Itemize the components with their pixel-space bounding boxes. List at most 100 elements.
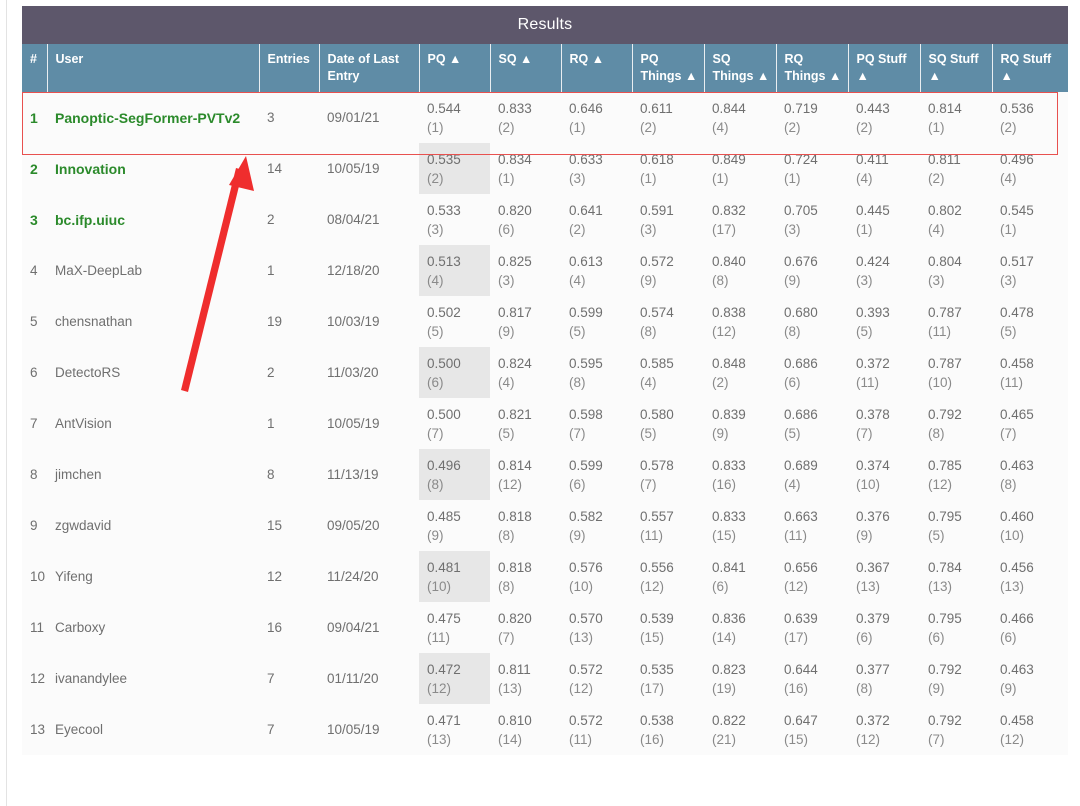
sort-ascending-icon[interactable]: ▲ bbox=[520, 52, 532, 66]
sort-ascending-icon[interactable]: ▲ bbox=[592, 52, 604, 66]
metric-rank: (3) bbox=[928, 272, 945, 288]
sort-ascending-icon[interactable]: ▲ bbox=[1001, 69, 1013, 83]
row-entries-count: 16 bbox=[259, 602, 319, 653]
row-user-name[interactable]: Eyecool bbox=[47, 704, 259, 755]
table-row[interactable]: 8 jimchen 8 11/13/19 0.496 (8) 0.814 (12) 0.599(… bbox=[22, 449, 1068, 500]
table-row[interactable]: 6 DetectoRS 2 11/03/20 0.500 (6) 0.824 (4) 0.595… bbox=[22, 347, 1068, 398]
column-header-date[interactable]: Date of Last Entry bbox=[319, 44, 420, 92]
row-metric-rq: 0.641 (2) bbox=[561, 194, 632, 245]
table-row[interactable]: 4 MaX-DeepLab 1 12/18/20 0.513 (4) 0.825 (3) 0.6… bbox=[22, 245, 1068, 296]
metric-value: 0.572 bbox=[640, 253, 674, 269]
metric-rank: (12) bbox=[928, 476, 953, 492]
metric-rank: (10) bbox=[928, 374, 953, 390]
metric-rank: (8) bbox=[498, 578, 515, 594]
table-row[interactable]: 11 Carboxy 16 09/04/21 0.475 (11) 0.820 (7) 0.57… bbox=[22, 602, 1068, 653]
row-user-name[interactable]: Panoptic-SegFormer-PVTv2 bbox=[47, 92, 259, 143]
metric-rank: (3) bbox=[640, 221, 657, 237]
row-user-name[interactable]: chensnathan bbox=[47, 296, 259, 347]
row-user-name[interactable]: Carboxy bbox=[47, 602, 259, 653]
row-metric-sq: 0.820 (6) bbox=[490, 194, 561, 245]
column-header-pq-stuff[interactable]: PQ Stuff ▲ bbox=[848, 44, 921, 92]
table-row[interactable]: 2 Innovation 14 10/05/19 0.535 (2) 0.834 (1) 0.6… bbox=[22, 143, 1068, 194]
metric-value: 0.641 bbox=[569, 202, 603, 218]
metric-rank: (17) bbox=[784, 629, 809, 645]
sort-ascending-icon[interactable]: ▲ bbox=[449, 52, 461, 66]
header-row: # User Entries Date of Last Entry PQ ▲ S… bbox=[22, 44, 1068, 92]
metric-rank: (12) bbox=[498, 476, 523, 492]
column-header-user[interactable]: User bbox=[47, 44, 260, 92]
metric-rank: (5) bbox=[784, 425, 801, 441]
metric-value: 0.802 bbox=[928, 202, 962, 218]
metric-rank: (7) bbox=[640, 476, 657, 492]
column-header-entries[interactable]: Entries bbox=[259, 44, 320, 92]
row-user-name[interactable]: MaX-DeepLab bbox=[47, 245, 259, 296]
table-row[interactable]: 13 Eyecool 7 10/05/19 0.471 (13) 0.810 (14) 0.57… bbox=[22, 704, 1068, 755]
column-header-pq-things[interactable]: PQ Things ▲ bbox=[632, 44, 705, 92]
metric-rank: (13) bbox=[1000, 578, 1025, 594]
row-rank: 1 bbox=[22, 92, 47, 143]
row-user-name[interactable]: DetectoRS bbox=[47, 347, 259, 398]
table-row[interactable]: 7 AntVision 1 10/05/19 0.500 (7) 0.821 (5) 0.598… bbox=[22, 398, 1068, 449]
column-header-rq-stuff[interactable]: RQ Stuff ▲ bbox=[992, 44, 1068, 92]
row-user-name[interactable]: Innovation bbox=[47, 143, 259, 194]
row-entries-count: 7 bbox=[259, 653, 319, 704]
sort-ascending-icon[interactable]: ▲ bbox=[857, 69, 869, 83]
row-metric-rq-things: 0.724 (1) bbox=[776, 143, 848, 194]
results-table-body: 1 Panoptic-SegFormer-PVTv2 3 09/01/21 0.544(… bbox=[22, 92, 1068, 755]
metric-rank: (5) bbox=[569, 323, 586, 339]
column-header-rank[interactable]: # bbox=[22, 44, 48, 92]
metric-rank: (7) bbox=[928, 731, 945, 747]
row-metric-sq-things: 0.849 (1) bbox=[704, 143, 776, 194]
row-metric-rq: 0.599 (6) bbox=[561, 449, 632, 500]
metric-value: 0.633 bbox=[569, 151, 603, 167]
metric-rank: (12) bbox=[1000, 731, 1025, 747]
metric-value: 0.533 bbox=[427, 202, 461, 218]
table-row[interactable]: 1 Panoptic-SegFormer-PVTv2 3 09/01/21 0.544 (… bbox=[22, 92, 1068, 143]
column-header-sq-things[interactable]: SQ Things ▲ bbox=[704, 44, 777, 92]
row-rank: 7 bbox=[22, 398, 47, 449]
row-metric-pq: 0.471 (13) bbox=[419, 704, 490, 755]
metric-value: 0.792 bbox=[928, 661, 962, 677]
sort-ascending-icon[interactable]: ▲ bbox=[829, 69, 841, 83]
column-header-sq[interactable]: SQ ▲ bbox=[490, 44, 562, 92]
row-user-name[interactable]: ivanandylee bbox=[47, 653, 259, 704]
metric-rank: (13) bbox=[427, 731, 452, 747]
column-header-rq[interactable]: RQ ▲ bbox=[561, 44, 633, 92]
row-user-name[interactable]: AntVision bbox=[47, 398, 259, 449]
sort-ascending-icon[interactable]: ▲ bbox=[929, 69, 941, 83]
metric-rank: (1) bbox=[569, 119, 586, 135]
metric-value: 0.818 bbox=[498, 559, 532, 575]
sort-ascending-icon[interactable]: ▲ bbox=[757, 69, 769, 83]
column-header-pq[interactable]: PQ ▲ bbox=[419, 44, 491, 92]
metric-value: 0.820 bbox=[498, 202, 532, 218]
row-metric-sq-things: 0.833 (15) bbox=[704, 500, 776, 551]
metric-rank: (4) bbox=[712, 119, 729, 135]
row-user-name[interactable]: bc.ifp.uiuc bbox=[47, 194, 259, 245]
row-user-name[interactable]: zgwdavid bbox=[47, 500, 259, 551]
table-row[interactable]: 5 chensnathan 19 10/03/19 0.502 (5) 0.817 (9) 0.… bbox=[22, 296, 1068, 347]
column-header-sq-stuff[interactable]: SQ Stuff ▲ bbox=[920, 44, 993, 92]
row-user-name[interactable]: jimchen bbox=[47, 449, 259, 500]
row-metric-rq-stuff: 0.478 (5) bbox=[992, 296, 1068, 347]
table-row[interactable]: 12 ivanandylee 7 01/11/20 0.472 (12) 0.811 (13)… bbox=[22, 653, 1068, 704]
metric-value: 0.663 bbox=[784, 508, 818, 524]
table-row[interactable]: 9 zgwdavid 15 09/05/20 0.485 (9) 0.818 (8) 0.582… bbox=[22, 500, 1068, 551]
metric-rank: (2) bbox=[712, 374, 729, 390]
table-row[interactable]: 3 bc.ifp.uiuc 2 08/04/21 0.533 (3) 0.820 (6) 0.6… bbox=[22, 194, 1068, 245]
metric-value: 0.644 bbox=[784, 661, 818, 677]
metric-value: 0.481 bbox=[427, 559, 461, 575]
metric-rank: (16) bbox=[640, 731, 665, 747]
metric-rank: (16) bbox=[784, 680, 809, 696]
row-last-entry-date: 10/05/19 bbox=[319, 398, 419, 449]
row-user-name[interactable]: Yifeng bbox=[47, 551, 259, 602]
metric-value: 0.502 bbox=[427, 304, 461, 320]
row-metric-pq-stuff: 0.393 (5) bbox=[848, 296, 920, 347]
metric-value: 0.535 bbox=[640, 661, 674, 677]
sort-ascending-icon[interactable]: ▲ bbox=[685, 69, 697, 83]
metric-value: 0.535 bbox=[427, 151, 461, 167]
table-row[interactable]: 10 Yifeng 12 11/24/20 0.481 (10) 0.818 (8) 0.576… bbox=[22, 551, 1068, 602]
metric-value: 0.517 bbox=[1000, 253, 1034, 269]
metric-value: 0.686 bbox=[784, 406, 818, 422]
row-metric-sq: 0.811 (13) bbox=[490, 653, 561, 704]
column-header-rq-things[interactable]: RQ Things ▲ bbox=[776, 44, 849, 92]
